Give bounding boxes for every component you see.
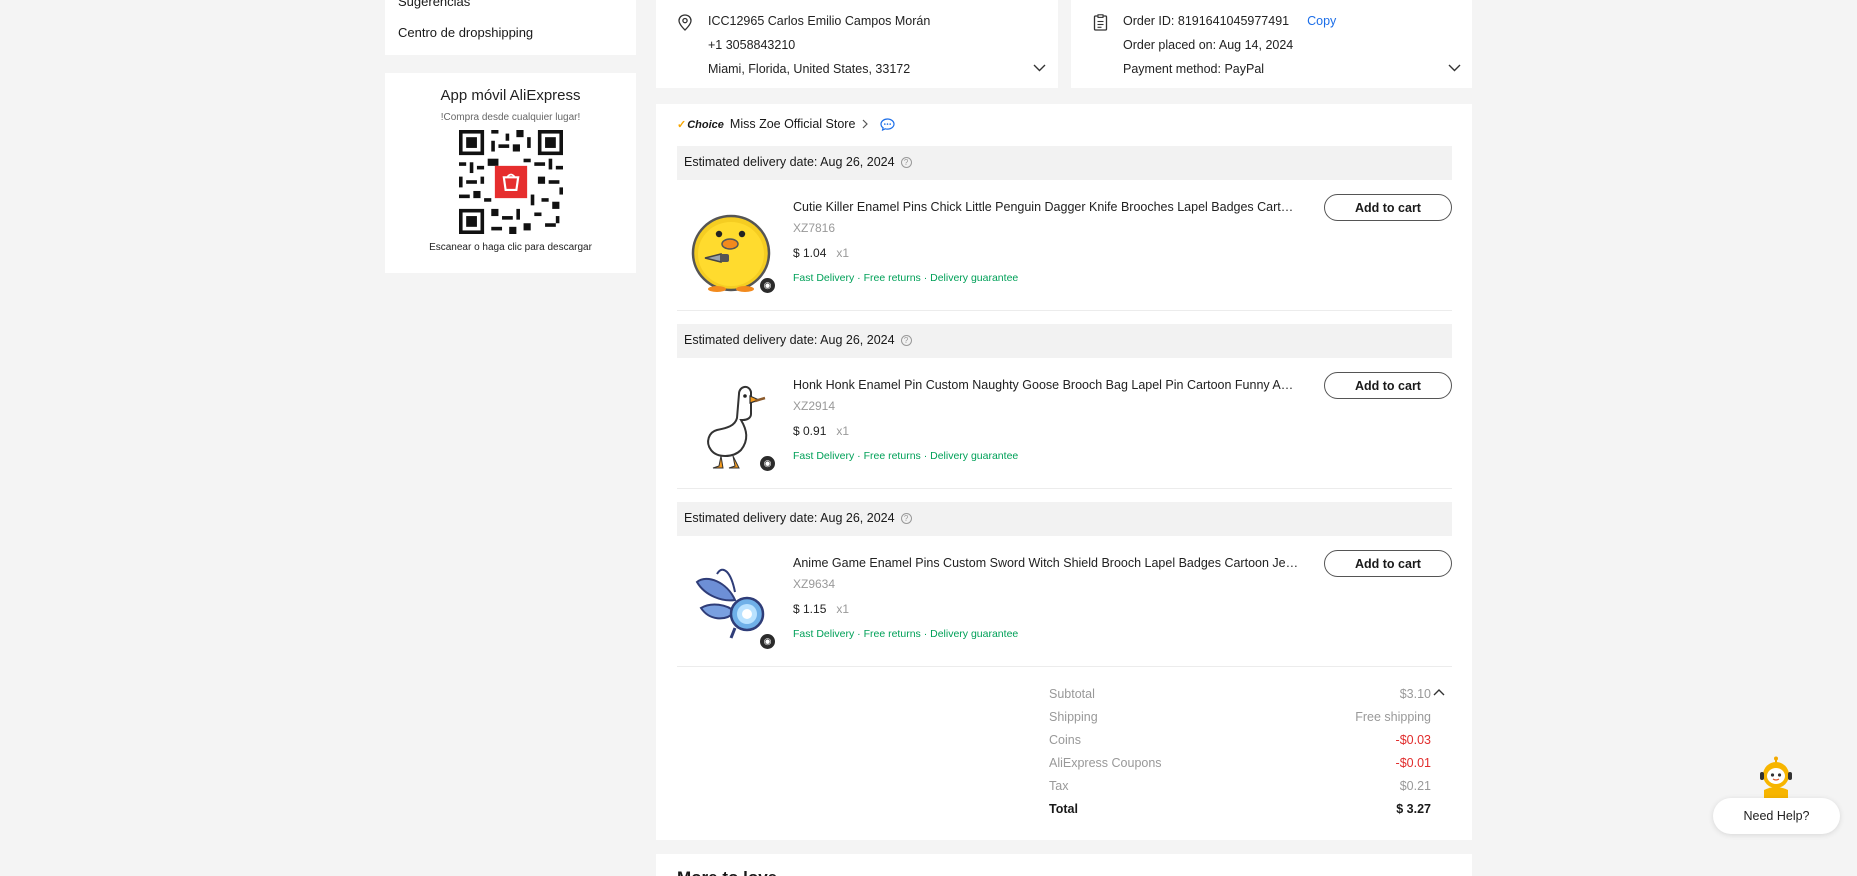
summary-row-coins: Coins -$0.03 bbox=[1049, 733, 1431, 756]
delivery-estimate-bar: Estimated delivery date: Aug 26, 2024? bbox=[677, 324, 1452, 358]
chevron-up-icon[interactable] bbox=[1433, 688, 1445, 696]
product-sku: XZ2914 bbox=[793, 399, 836, 413]
app-title: App móvil AliExpress bbox=[440, 87, 581, 104]
summary-row-tax: Tax $0.21 bbox=[1049, 779, 1431, 802]
product-sku: XZ9634 bbox=[793, 577, 836, 591]
product-sku: XZ7816 bbox=[793, 221, 836, 235]
summary-value: -$0.01 bbox=[1395, 756, 1431, 770]
summary-label: AliExpress Coupons bbox=[1049, 756, 1162, 770]
product-quantity: x1 bbox=[836, 246, 850, 260]
app-subtitle: !Compra desde cualquier lugar! bbox=[440, 112, 581, 123]
chevron-down-icon[interactable] bbox=[1033, 64, 1046, 72]
chevron-down-icon[interactable] bbox=[1448, 64, 1461, 72]
product-title-link[interactable]: Honk Honk Enamel Pin Custom Naughty Goos… bbox=[793, 378, 1299, 392]
chevron-right-icon[interactable] bbox=[862, 119, 869, 129]
delivery-date-text: Estimated delivery date: Aug 26, 2024 bbox=[684, 155, 895, 169]
product-price: $ 1.15 bbox=[793, 602, 827, 616]
divider bbox=[677, 488, 1452, 489]
product-price-line: $ 1.04 x1 bbox=[793, 246, 849, 260]
payment-method: Payment method: PayPal bbox=[1123, 62, 1265, 76]
divider bbox=[677, 666, 1452, 667]
summary-row-coupons: AliExpress Coupons -$0.01 bbox=[1049, 756, 1431, 779]
summary-value: $ 3.27 bbox=[1396, 802, 1431, 816]
product-title-link[interactable]: Cutie Killer Enamel Pins Chick Little Pe… bbox=[793, 200, 1299, 214]
need-help-button[interactable]: Need Help? bbox=[1713, 798, 1840, 834]
sidebar-links-card: Sugerencias Centro de dropshipping bbox=[385, 0, 636, 55]
copy-order-id-link[interactable]: Copy bbox=[1307, 14, 1336, 28]
address-phone: +1 3058843210 bbox=[708, 38, 796, 52]
product-price: $ 1.04 bbox=[793, 246, 827, 260]
more-to-love-heading: More to love bbox=[677, 868, 777, 876]
order-item: ◉ Cutie Killer Enamel Pins Chick Little … bbox=[677, 194, 1452, 312]
delivery-estimate-bar: Estimated delivery date: Aug 26, 2024? bbox=[677, 146, 1452, 180]
summary-label: Subtotal bbox=[1049, 687, 1095, 701]
delivery-estimate-bar: Estimated delivery date: Aug 26, 2024? bbox=[677, 502, 1452, 536]
more-to-love-card: More to love bbox=[656, 854, 1472, 876]
store-name-link[interactable]: Miss Zoe Official Store bbox=[730, 117, 856, 131]
order-item: ◉ Honk Honk Enamel Pin Custom Naughty Go… bbox=[677, 372, 1452, 490]
summary-label: Shipping bbox=[1049, 710, 1098, 724]
order-info-card: Order ID: 8191641045977491 Copy Order pla… bbox=[1071, 0, 1472, 88]
add-to-cart-button[interactable]: Add to cart bbox=[1324, 550, 1452, 577]
product-quantity: x1 bbox=[836, 424, 850, 438]
summary-label: Tax bbox=[1049, 779, 1069, 793]
summary-value: -$0.03 bbox=[1395, 733, 1431, 747]
app-scan-text: Escanear o haga clic para descargar bbox=[429, 242, 592, 253]
summary-label: Coins bbox=[1049, 733, 1081, 747]
help-circle-icon[interactable]: ? bbox=[900, 157, 912, 168]
sidebar-link-suggestions[interactable]: Sugerencias bbox=[398, 0, 470, 9]
store-header: ✓Choice Miss Zoe Official Store bbox=[677, 117, 896, 131]
order-placed-date: Order placed on: Aug 14, 2024 bbox=[1123, 38, 1294, 52]
summary-row-total: Total $ 3.27 bbox=[1049, 802, 1431, 825]
summary-value: $0.21 bbox=[1399, 779, 1431, 793]
product-price: $ 0.91 bbox=[793, 424, 827, 438]
shipping-address-card: ICC12965 Carlos Emilio Campos Morán +1 3… bbox=[656, 0, 1058, 88]
delivery-date-text: Estimated delivery date: Aug 26, 2024 bbox=[684, 333, 895, 347]
camera-search-icon[interactable]: ◉ bbox=[760, 278, 775, 293]
service-tags: Fast Delivery · Free returns · Delivery … bbox=[793, 450, 1019, 462]
choice-badge: ✓Choice bbox=[677, 118, 724, 131]
order-summary: Subtotal $3.10 Shipping Free shipping Coin… bbox=[1049, 687, 1445, 825]
divider bbox=[677, 310, 1452, 311]
summary-value: Free shipping bbox=[1355, 710, 1431, 724]
address-name-line: ICC12965 Carlos Emilio Campos Morán bbox=[708, 14, 931, 28]
qr-code-icon[interactable] bbox=[458, 130, 563, 234]
order-document-icon bbox=[1093, 14, 1108, 31]
summary-row-subtotal: Subtotal $3.10 bbox=[1049, 687, 1445, 710]
summary-row-shipping: Shipping Free shipping bbox=[1049, 710, 1431, 733]
summary-value: $3.10 bbox=[1399, 687, 1431, 701]
add-to-cart-button[interactable]: Add to cart bbox=[1324, 194, 1452, 221]
product-title-link[interactable]: Anime Game Enamel Pins Custom Sword Witc… bbox=[793, 556, 1299, 570]
add-to-cart-button[interactable]: Add to cart bbox=[1324, 372, 1452, 399]
sidebar-link-dropshipping[interactable]: Centro de dropshipping bbox=[398, 25, 533, 40]
product-quantity: x1 bbox=[836, 602, 850, 616]
camera-search-icon[interactable]: ◉ bbox=[760, 456, 775, 471]
address-location: Miami, Florida, United States, 33172 bbox=[708, 62, 911, 76]
help-circle-icon[interactable]: ? bbox=[900, 513, 912, 524]
summary-label: Total bbox=[1049, 802, 1078, 816]
camera-search-icon[interactable]: ◉ bbox=[760, 634, 775, 649]
app-download-card: App móvil AliExpress !Compra desde cualq… bbox=[385, 73, 636, 273]
service-tags: Fast Delivery · Free returns · Delivery … bbox=[793, 272, 1019, 284]
chat-icon[interactable] bbox=[880, 117, 896, 131]
product-price-line: $ 1.15 x1 bbox=[793, 602, 849, 616]
assistant-robot-icon[interactable] bbox=[1756, 756, 1796, 798]
product-price-line: $ 0.91 x1 bbox=[793, 424, 849, 438]
order-item: ◉ Anime Game Enamel Pins Custom Sword Wi… bbox=[677, 550, 1452, 668]
order-id: Order ID: 8191641045977491 bbox=[1123, 14, 1290, 28]
help-circle-icon[interactable]: ? bbox=[900, 335, 912, 346]
delivery-date-text: Estimated delivery date: Aug 26, 2024 bbox=[684, 511, 895, 525]
service-tags: Fast Delivery · Free returns · Delivery … bbox=[793, 628, 1019, 640]
location-pin-icon bbox=[678, 14, 692, 31]
